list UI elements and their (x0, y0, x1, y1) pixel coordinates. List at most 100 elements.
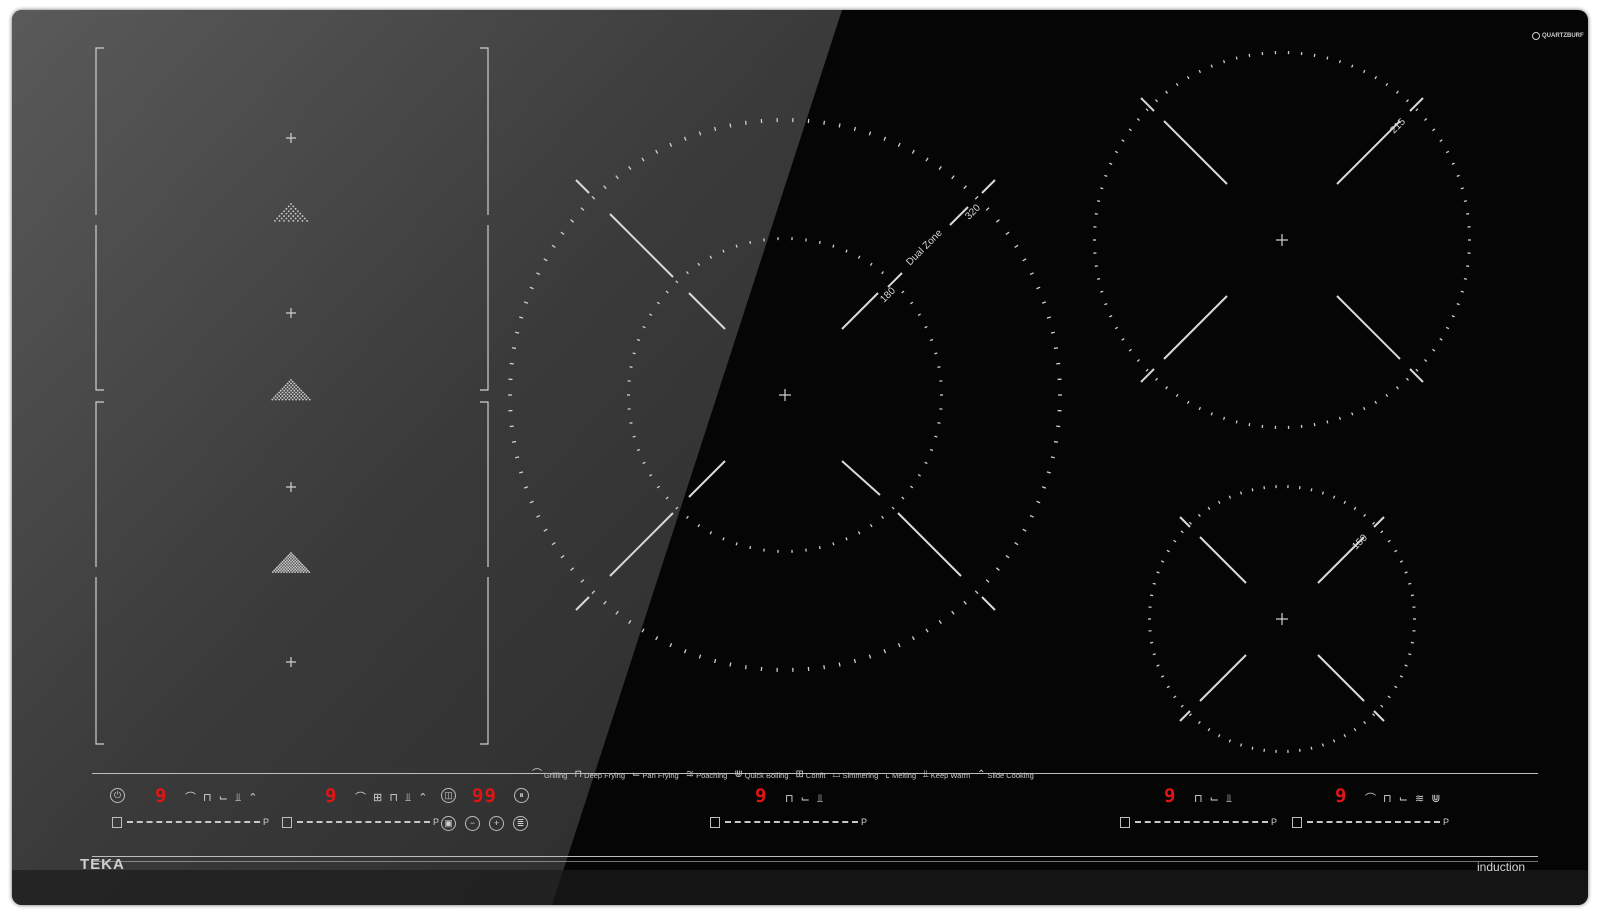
arrow-dot (303, 393, 306, 396)
zone-tick (974, 195, 979, 200)
zone-select-icon[interactable] (1120, 816, 1130, 828)
arrow-dot (301, 566, 304, 569)
zone-tick (1372, 713, 1376, 717)
zone-tick (1362, 69, 1366, 74)
zone-tick (1451, 315, 1455, 318)
boost-label[interactable]: P (1271, 817, 1277, 827)
arrow-dot (294, 207, 297, 210)
arrow-dot (290, 386, 292, 389)
front-right-size: 150 (1350, 532, 1370, 552)
arrow-dot (280, 571, 283, 574)
grill-icon: ⌒ (532, 769, 542, 780)
arrow-dot (291, 398, 294, 401)
slider-left-flex-1[interactable]: P (112, 816, 269, 828)
arrow-dot (285, 562, 288, 565)
plus-button[interactable]: + (489, 816, 504, 831)
slider-center-dual[interactable]: P (710, 816, 867, 828)
slider-rear-right[interactable]: P (1120, 816, 1277, 828)
zone-select-icon[interactable] (112, 816, 122, 828)
boost-label[interactable]: P (433, 817, 439, 827)
zone-tick (1207, 506, 1211, 511)
zone-tick (1399, 560, 1404, 563)
zone-tick (1343, 500, 1347, 504)
zone-tick (1332, 495, 1336, 499)
boost-label[interactable]: P (1443, 817, 1449, 827)
arrow-dot (283, 386, 286, 389)
power-slider-track[interactable] (127, 821, 260, 823)
zone-tick (883, 649, 887, 654)
functions-left-flex-1[interactable]: ⌒ ⊓ ⌙ ⫫ ⌃ (185, 792, 259, 804)
zone-tick (709, 255, 713, 259)
arrow-dot (297, 220, 299, 222)
dual-zone-inner-size: 180 (878, 285, 898, 305)
zone-tick (1432, 348, 1436, 352)
arrow-dot (276, 396, 279, 399)
pause-button[interactable]: ⏸ (514, 788, 529, 803)
timer-button[interactable]: ◫ (441, 788, 456, 803)
arrow-dot (297, 571, 299, 574)
zone-tick (1353, 506, 1357, 511)
display-left-flex-2: 9 (325, 785, 338, 807)
arrow-dot (288, 562, 291, 565)
boost-label[interactable]: P (263, 817, 269, 827)
zone-tick (713, 126, 717, 132)
zone-tick (1445, 326, 1450, 330)
zone-tick (675, 280, 679, 284)
zone-tick (868, 131, 872, 136)
arrow-dot (292, 205, 295, 208)
arrow-dot (303, 217, 306, 220)
zone-tick (963, 600, 967, 605)
functions-center-dual[interactable]: ⊓ ⌙ ⫫ (785, 793, 825, 805)
power-slider-track[interactable] (725, 821, 858, 823)
functions-rear-right[interactable]: ⊓ ⌙ ⫫ (1194, 793, 1234, 805)
power-slider-track[interactable] (1307, 821, 1440, 823)
zone-tick (685, 515, 689, 519)
zone-tick (1165, 90, 1168, 94)
arrow-dot (295, 569, 298, 572)
arrow-dot (302, 568, 305, 571)
zone-tick (560, 231, 565, 236)
lock-button[interactable]: ≣ (513, 816, 528, 831)
zone-select-icon[interactable] (1292, 816, 1302, 828)
zone-tick (1460, 290, 1464, 293)
arrow-dot (294, 212, 297, 215)
zone-tick (1150, 594, 1154, 597)
boost-label[interactable]: P (861, 817, 867, 827)
arrow-dot (278, 398, 280, 401)
zone-tick (1173, 695, 1177, 699)
functions-front-right[interactable]: ⌒ ⊓ ⌙ ≋ ⋓ (1365, 793, 1442, 805)
zone-tick (1022, 528, 1027, 532)
display-timer: 99 (472, 785, 497, 807)
power-slider-track[interactable] (297, 821, 430, 823)
zone-tick (744, 120, 747, 125)
minus-button[interactable]: − (465, 816, 480, 831)
zone-tick (1217, 500, 1221, 504)
power-slider-track[interactable] (1135, 821, 1268, 823)
arrow-dot (299, 562, 302, 565)
zone-tick (1005, 554, 1010, 559)
slider-front-right[interactable]: P (1292, 816, 1449, 828)
zone-tick (1036, 286, 1041, 290)
zone-tick (1326, 56, 1329, 60)
zone-tick (636, 448, 641, 452)
zone-select-icon[interactable] (282, 816, 292, 828)
zone-select-icon[interactable] (710, 816, 720, 828)
zone-tick (951, 175, 955, 180)
slider-left-flex-2[interactable]: P (282, 816, 439, 828)
arrow-dot (280, 217, 283, 220)
zone-tick (523, 301, 529, 304)
function-item: ≋ Poaching (686, 770, 728, 781)
power-button[interactable]: ⏻ (110, 788, 125, 803)
boil-icon: ⋓ (734, 769, 743, 780)
zone-tick (1050, 456, 1055, 459)
zone-tick (603, 600, 607, 605)
zone-tick (1109, 162, 1113, 165)
arrow-dot (274, 220, 276, 222)
zone-centers (286, 133, 1288, 667)
arrow-dot (273, 569, 276, 572)
zone-tick (1128, 128, 1132, 132)
functions-left-flex-2[interactable]: ⌒ ⊞ ⊓ ⫫ ⌃ (355, 792, 429, 804)
stopgo-button[interactable]: ▣ (441, 816, 456, 831)
arrow-dot (279, 396, 282, 399)
arrow-dot (286, 389, 289, 392)
